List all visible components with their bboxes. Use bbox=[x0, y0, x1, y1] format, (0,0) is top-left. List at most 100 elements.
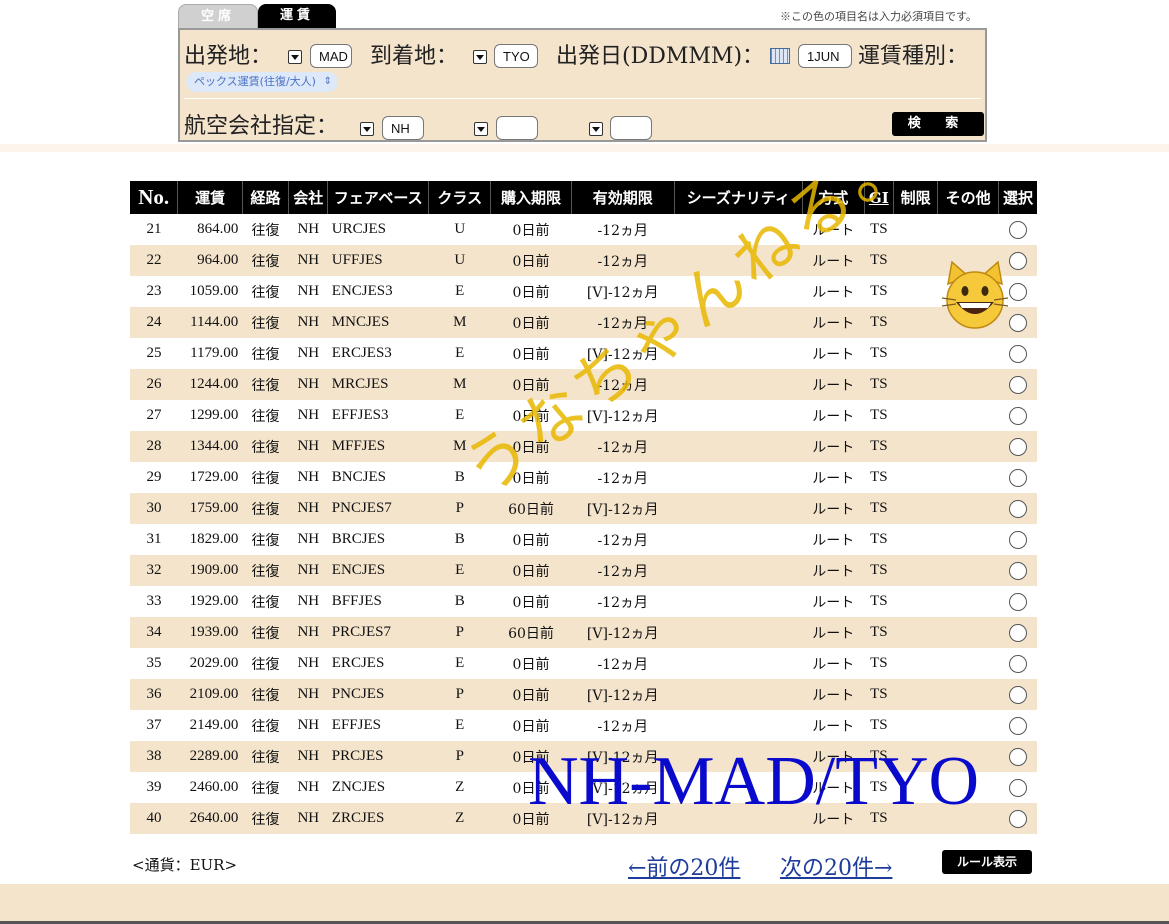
cell-class: P bbox=[428, 493, 491, 524]
cell-gi: TS bbox=[870, 345, 888, 361]
cell-method: ルート bbox=[802, 555, 865, 586]
cell-validity: -12ヵ月 bbox=[597, 470, 648, 487]
select-radio[interactable] bbox=[1008, 530, 1027, 549]
cell-restrictions bbox=[893, 741, 938, 772]
search-button[interactable]: 検 索 bbox=[892, 112, 984, 136]
select-radio[interactable] bbox=[1008, 592, 1027, 611]
cell-method: ルート bbox=[812, 532, 855, 549]
airline-1-dropdown-icon[interactable] bbox=[360, 122, 374, 136]
select-radio[interactable] bbox=[1008, 499, 1027, 518]
cell-no: 39 bbox=[146, 779, 162, 795]
tab-fare[interactable]: 運賃 bbox=[258, 4, 336, 28]
select-radio[interactable] bbox=[1008, 406, 1027, 425]
tab-vacancy[interactable]: 空席 bbox=[178, 4, 258, 29]
table-row: 22 964.00 往復 NH UFFJES U 0日前 -12ヵ月 ルート TS bbox=[130, 245, 1037, 276]
cell-method: ルート bbox=[812, 594, 855, 611]
airline-2-dropdown-icon[interactable] bbox=[474, 122, 488, 136]
cell-method: ルート bbox=[802, 617, 865, 648]
select-radio[interactable] bbox=[1008, 685, 1027, 704]
cell-seasonality bbox=[674, 679, 803, 710]
cell-no: 34 bbox=[130, 617, 178, 648]
origin-input[interactable]: MAD bbox=[310, 44, 352, 68]
cell-restrictions bbox=[893, 586, 938, 617]
cell-gi: TS bbox=[864, 493, 894, 524]
date-label: 出発日(DDMMM)： bbox=[556, 44, 765, 69]
cell-select bbox=[998, 431, 1037, 462]
select-radio[interactable] bbox=[1008, 220, 1027, 239]
cell-no: 21 bbox=[146, 221, 162, 237]
cell-class: B bbox=[454, 531, 465, 547]
panel-divider bbox=[184, 98, 981, 99]
col-header-gi[interactable]: GI bbox=[864, 181, 894, 214]
date-input[interactable]: 1JUN bbox=[798, 44, 852, 68]
cell-seasonality bbox=[674, 338, 802, 369]
cell-other bbox=[938, 214, 999, 245]
cell-purchase-deadline: 0日前 bbox=[512, 594, 550, 611]
cell-no: 30 bbox=[130, 493, 178, 524]
cell-fare: 1729.00 bbox=[189, 469, 239, 485]
cell-other bbox=[937, 617, 999, 648]
origin-dropdown-icon[interactable] bbox=[288, 50, 302, 64]
select-radio[interactable] bbox=[1008, 654, 1027, 673]
select-radio[interactable] bbox=[1008, 778, 1027, 797]
cell-other bbox=[938, 400, 999, 431]
cell-route: 往復 bbox=[242, 245, 289, 276]
show-rules-button[interactable]: ルール表示 bbox=[942, 850, 1032, 874]
cell-purchase-deadline: 0日前 bbox=[490, 741, 572, 772]
calendar-icon[interactable] bbox=[770, 48, 790, 64]
cell-method: ルート bbox=[812, 718, 855, 735]
cell-select bbox=[998, 555, 1037, 586]
cell-restrictions bbox=[893, 400, 938, 431]
cell-fare: 2460.00 bbox=[189, 779, 239, 795]
cell-route: 往復 bbox=[251, 470, 280, 487]
cell-select bbox=[998, 400, 1037, 431]
cell-fare-basis: PRCJES bbox=[327, 741, 429, 772]
select-radio[interactable] bbox=[1008, 561, 1027, 580]
cell-route: 往復 bbox=[251, 532, 280, 549]
cell-class: E bbox=[455, 345, 465, 361]
cell-validity: [V]-12ヵ月 bbox=[571, 617, 675, 648]
cell-validity: [V]-12ヵ月 bbox=[571, 493, 675, 524]
cell-fare: 1244.00 bbox=[177, 369, 243, 400]
select-radio[interactable] bbox=[1008, 468, 1027, 487]
table-row: 24 1144.00 往復 NH MNCJES M 0日前 -12ヵ月 ルート TS bbox=[130, 307, 1037, 338]
cell-purchase-deadline: 0日前 bbox=[490, 431, 572, 462]
cell-restrictions bbox=[893, 369, 938, 400]
select-radio[interactable] bbox=[1008, 809, 1027, 828]
select-radio[interactable] bbox=[1008, 716, 1027, 735]
airline-3-input[interactable] bbox=[610, 116, 652, 140]
cell-no: 26 bbox=[130, 369, 178, 400]
select-radio[interactable] bbox=[1008, 437, 1027, 456]
cell-validity: -12ヵ月 bbox=[571, 555, 675, 586]
origin-label: 出発地： bbox=[184, 44, 273, 69]
select-radio[interactable] bbox=[1008, 344, 1027, 363]
cell-select bbox=[998, 648, 1037, 679]
cell-other bbox=[938, 338, 999, 369]
airline-2-input[interactable] bbox=[496, 116, 538, 140]
cell-method: ルート bbox=[812, 222, 855, 239]
col-header-method: 方式 bbox=[802, 181, 865, 214]
select-radio[interactable] bbox=[1008, 747, 1027, 766]
table-row: 34 1939.00 往復 NH PRCJES7 P 60日前 [V]-12ヵ月 ルート TS bbox=[130, 617, 1037, 648]
next-page-link[interactable]: 次の20件→ bbox=[780, 850, 892, 882]
destination-dropdown-icon[interactable] bbox=[473, 50, 487, 64]
fare-type-select[interactable]: ペックス運賃(往復/大人) ⇕ bbox=[186, 72, 338, 92]
col-header-restrictions: 制限 bbox=[893, 181, 939, 214]
airline-1-input[interactable]: NH bbox=[382, 116, 424, 140]
cell-fare-basis: MNCJES bbox=[327, 307, 429, 338]
prev-page-link[interactable]: ←前の20件 bbox=[628, 850, 740, 882]
table-row: 33 1929.00 往復 NH BFFJES B 0日前 -12ヵ月 ルート TS bbox=[130, 586, 1037, 617]
cell-validity: [V]-12ヵ月 bbox=[571, 803, 675, 834]
airline-3-dropdown-icon[interactable] bbox=[589, 122, 603, 136]
cell-route: 往復 bbox=[242, 617, 289, 648]
cell-restrictions bbox=[893, 462, 938, 493]
cell-select bbox=[998, 679, 1037, 710]
select-radio[interactable] bbox=[1008, 623, 1027, 642]
cell-gi: TS bbox=[870, 779, 888, 795]
cell-method: ルート bbox=[802, 245, 865, 276]
destination-input[interactable]: TYO bbox=[494, 44, 538, 68]
cell-fare: 2289.00 bbox=[177, 741, 243, 772]
select-radio[interactable] bbox=[1008, 375, 1027, 394]
cell-restrictions bbox=[893, 338, 938, 369]
cell-fare-basis: BFFJES bbox=[331, 593, 382, 609]
